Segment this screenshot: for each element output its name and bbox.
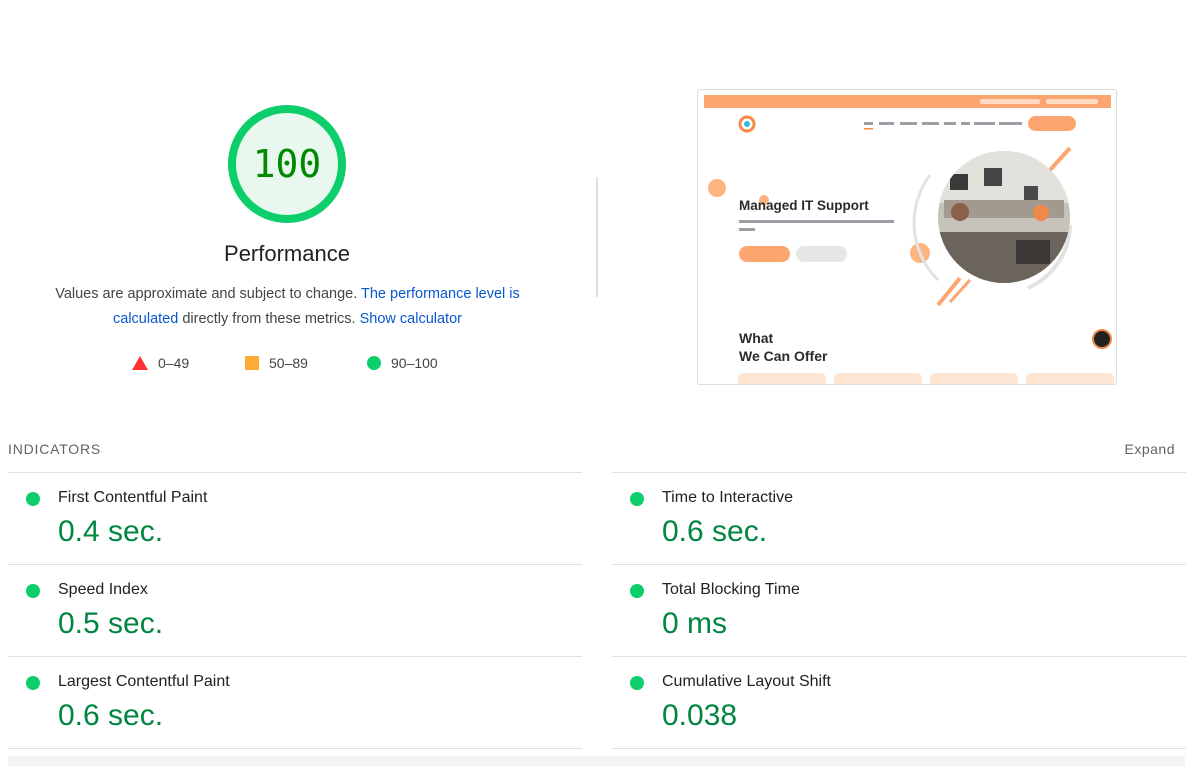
metric-time-to-interactive: Time to Interactive 0.6 sec. [612,472,1186,564]
legend-average-label: 50–89 [269,355,308,371]
performance-score: 100 [252,142,322,186]
performance-description: Values are approximate and subject to ch… [30,282,545,332]
screenshot-heading-line1: What [739,330,774,346]
triangle-icon [132,356,148,370]
show-calculator-link[interactable]: Show calculator [360,311,462,327]
metric-value: 0.5 sec. [58,607,164,640]
pass-circle-icon [26,584,40,598]
legend-fail-label: 0–49 [158,355,190,371]
performance-gauge: 100 [226,103,348,225]
vertical-divider [596,177,598,297]
score-legend: 0–49 50–89 90–100 [0,355,575,375]
metric-value: 0.038 [662,699,738,732]
metric-label: Largest Contentful Paint [58,673,230,690]
pass-circle-icon [630,676,644,690]
metric-total-blocking-time: Total Blocking Time 0 ms [612,564,1186,656]
pass-circle-icon [630,492,644,506]
metric-label: First Contentful Paint [58,489,208,506]
performance-title: Performance [224,241,350,266]
metric-speed-index: Speed Index 0.5 sec. [8,564,582,656]
metric-label: Total Blocking Time [662,581,800,598]
bottom-band [8,756,1185,766]
screenshot-heading-line2: We Can Offer [739,348,828,364]
legend-pass: 90–100 [367,355,438,371]
metrics-left-column: First Contentful Paint 0.4 sec. Speed In… [8,472,582,749]
screenshot-headline: Managed IT Support [739,198,869,213]
metric-value: 0.4 sec. [58,515,164,548]
pass-circle-icon [26,492,40,506]
legend-fail: 0–49 [132,355,189,371]
metric-first-contentful-paint: First Contentful Paint 0.4 sec. [8,472,582,564]
expand-button[interactable]: Expand [1125,441,1175,457]
metric-label: Cumulative Layout Shift [662,673,831,690]
metric-largest-contentful-paint: Largest Contentful Paint 0.6 sec. [8,656,582,749]
square-icon [245,356,259,370]
circle-icon [367,356,381,370]
indicators-title: INDICATORS [8,441,102,457]
legend-average: 50–89 [245,355,308,371]
metric-label: Time to Interactive [662,489,794,506]
pass-circle-icon [630,584,644,598]
metric-cumulative-layout-shift: Cumulative Layout Shift 0.038 [612,656,1186,749]
metric-value: 0 ms [662,607,728,640]
description-text-2: directly from these metrics. [182,311,356,327]
metrics-right-column: Time to Interactive 0.6 sec. Total Block… [612,472,1186,749]
description-text: Values are approximate and subject to ch… [55,286,358,302]
pass-circle-icon [26,676,40,690]
page-screenshot: Managed IT Support What We Can Offer [697,89,1117,385]
metric-label: Speed Index [58,581,148,598]
legend-pass-label: 90–100 [391,355,438,371]
metric-value: 0.6 sec. [58,699,164,732]
metric-value: 0.6 sec. [662,515,768,548]
